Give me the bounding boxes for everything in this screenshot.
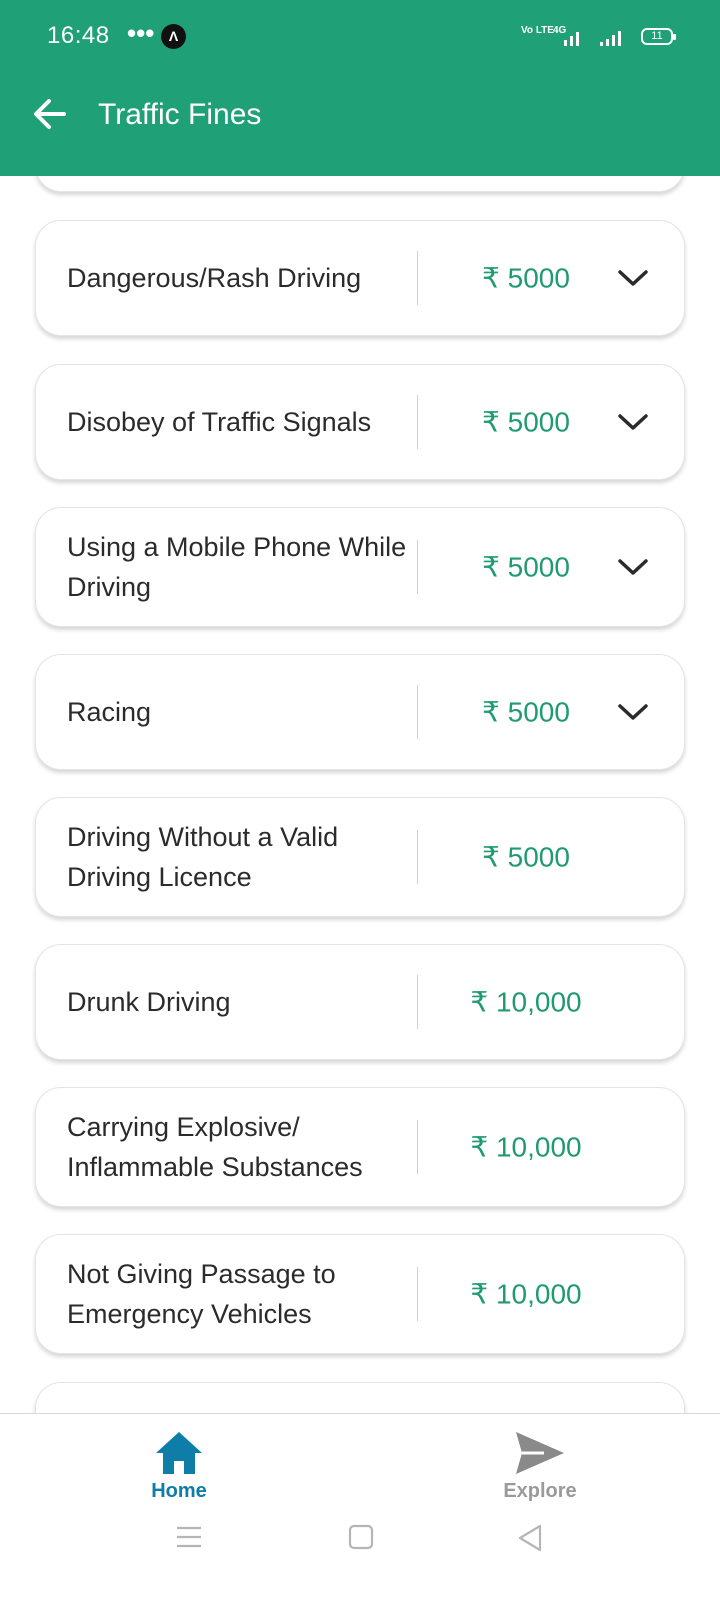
divider — [417, 251, 418, 305]
fine-card-partial[interactable] — [35, 1382, 685, 1413]
app-notification-icon: Λ — [161, 24, 186, 49]
fine-card[interactable]: Drunk Driving ₹ 10,000 — [35, 944, 685, 1060]
divider — [417, 685, 418, 739]
fine-card[interactable]: Driving Without a Valid Driving Licence … — [35, 797, 685, 917]
fine-name: Drunk Driving — [67, 987, 231, 1017]
chevron-down-icon[interactable] — [616, 556, 650, 578]
fines-list[interactable]: Dangerous/Rash Driving ₹ 5000 Disobey of… — [0, 176, 720, 1413]
divider — [417, 1120, 418, 1174]
divider — [417, 830, 418, 884]
divider — [417, 1267, 418, 1321]
back-button[interactable] — [28, 92, 72, 136]
volte-icon: Vo LTE — [521, 25, 554, 36]
bottom-navigation: Home Explore — [0, 1413, 720, 1600]
fine-card[interactable]: Carrying Explosive/ Inflammable Substanc… — [35, 1087, 685, 1207]
fine-amount: ₹ 5000 — [482, 551, 570, 583]
status-time: 16:48 — [47, 22, 110, 49]
fine-amount: ₹ 5000 — [482, 406, 570, 438]
menu-icon[interactable] — [176, 1524, 202, 1550]
fine-name: Driving Without a Valid Driving Licence — [67, 822, 339, 892]
chevron-down-icon[interactable] — [616, 701, 650, 723]
home-square-icon[interactable] — [348, 1524, 374, 1550]
fine-card[interactable]: Not Giving Passage to Emergency Vehicles… — [35, 1234, 685, 1354]
send-icon — [516, 1432, 564, 1474]
divider — [417, 395, 418, 449]
app-bar: Traffic Fines — [0, 72, 720, 176]
app-header: 16:48 ••• Λ Vo LTE 4G 11 Traffic Fines — [0, 0, 720, 176]
status-bar: 16:48 ••• Λ Vo LTE 4G 11 — [0, 0, 720, 72]
fine-card-partial[interactable] — [35, 176, 685, 192]
more-dots-icon: ••• — [127, 18, 155, 48]
nav-label-explore: Explore — [503, 1480, 577, 1502]
divider — [417, 975, 418, 1029]
fine-name: Not Giving Passage to Emergency Vehicles — [67, 1259, 336, 1329]
fine-amount: ₹ 5000 — [482, 262, 570, 294]
home-icon — [156, 1432, 202, 1474]
arrow-left-icon — [34, 99, 66, 129]
fine-card[interactable]: Disobey of Traffic Signals ₹ 5000 — [35, 364, 685, 480]
back-triangle-icon[interactable] — [517, 1524, 543, 1552]
nav-tab-explore[interactable]: Explore — [460, 1430, 620, 1520]
divider — [417, 540, 418, 594]
nav-label-home: Home — [151, 1480, 207, 1502]
system-navigation-bar — [0, 1524, 720, 1574]
page-title: Traffic Fines — [98, 98, 262, 131]
chevron-down-icon[interactable] — [616, 267, 650, 289]
fine-card[interactable]: Using a Mobile Phone While Driving ₹ 500… — [35, 507, 685, 627]
signal-strength-icon — [564, 32, 579, 46]
fine-amount: ₹ 10,000 — [470, 1131, 582, 1163]
fine-name: Racing — [67, 697, 152, 727]
fine-name: Carrying Explosive/ Inflammable Substanc… — [67, 1112, 363, 1182]
battery-icon: 11 — [641, 28, 676, 45]
fine-amount: ₹ 5000 — [482, 841, 570, 873]
nav-tab-home[interactable]: Home — [99, 1430, 259, 1520]
fine-amount: ₹ 10,000 — [470, 986, 582, 1018]
fine-card[interactable]: Dangerous/Rash Driving ₹ 5000 — [35, 220, 685, 336]
fine-name: Using a Mobile Phone While Driving — [67, 532, 407, 602]
chevron-down-icon[interactable] — [616, 411, 650, 433]
signal-strength-icon — [600, 31, 621, 46]
fine-amount: ₹ 10,000 — [470, 1278, 582, 1310]
fine-name: Disobey of Traffic Signals — [67, 407, 372, 437]
fine-amount: ₹ 5000 — [482, 696, 570, 728]
fine-card[interactable]: Racing ₹ 5000 — [35, 654, 685, 770]
fine-name: Dangerous/Rash Driving — [67, 263, 362, 293]
